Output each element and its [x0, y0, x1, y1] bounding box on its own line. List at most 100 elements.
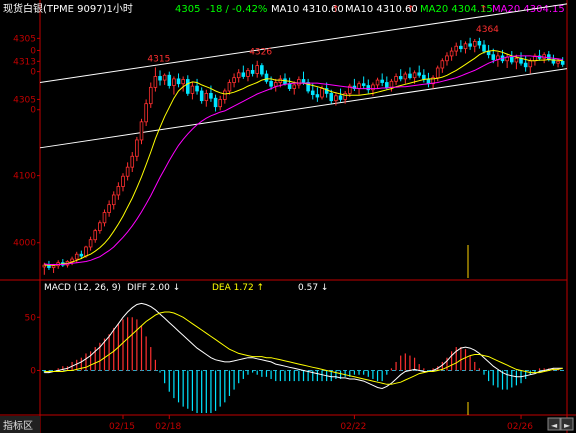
candle-body	[273, 82, 278, 87]
price-tick-label: 4313	[13, 57, 36, 67]
candle-body	[88, 239, 93, 248]
candle-body	[514, 57, 519, 63]
date-tick-label: 02/22	[340, 422, 366, 432]
date-tick-label: 02/15	[109, 422, 135, 432]
candle-body	[449, 50, 454, 57]
candle-body	[412, 72, 417, 79]
candle-body	[361, 83, 366, 86]
candle-body	[153, 76, 158, 88]
candle-body	[394, 76, 398, 82]
candle-body	[260, 65, 264, 75]
candle-body	[111, 194, 116, 206]
candle-body	[357, 83, 361, 89]
last-price: 4305	[175, 4, 200, 15]
candle-body	[398, 76, 403, 80]
candle-body	[227, 82, 232, 92]
candle-body	[125, 166, 130, 177]
macd-value-readout: 0.57 ↓	[298, 283, 328, 293]
candle-body	[236, 72, 241, 79]
candle-body	[213, 97, 218, 108]
candle-body	[366, 85, 371, 91]
candle-body	[422, 74, 426, 80]
price-tick-label: 0	[30, 46, 36, 56]
macd-tick-label: 0	[30, 366, 36, 376]
candle-body	[491, 54, 496, 60]
macd-tick-label: 50	[25, 313, 37, 323]
up-arrow-icon: ↑	[332, 5, 340, 15]
date-tick-label: 02/26	[507, 422, 533, 432]
candle-body	[172, 78, 176, 86]
price-tick-label: 4000	[13, 239, 36, 249]
candle-body	[186, 79, 190, 94]
candle-body	[116, 186, 121, 196]
candle-body	[297, 79, 301, 86]
candlestick-chart: 现货白银(TPME 9097)1小时 4305 -18 / -0.42% MA1…	[0, 0, 576, 433]
candle-body	[523, 62, 528, 68]
candle-body	[375, 79, 380, 86]
candle-body	[107, 204, 111, 213]
candle-body	[195, 85, 199, 92]
candle-body	[343, 92, 347, 100]
candle-body	[162, 74, 167, 81]
chart-title: 现货白银(TPME 9097)1小时	[3, 2, 133, 15]
price-annotation: 4326	[249, 48, 272, 58]
date-tick-label: 02/18	[155, 422, 181, 432]
candle-body	[176, 78, 181, 85]
candle-body	[218, 99, 222, 108]
price-tick-label: 4305	[13, 95, 36, 105]
candle-body	[385, 82, 389, 88]
candle-body	[158, 76, 162, 81]
candle-body	[246, 70, 250, 77]
candle-body	[454, 45, 459, 52]
price-annotation: 4364	[476, 25, 499, 35]
candle-body	[380, 79, 384, 83]
candle-body	[241, 72, 246, 77]
up-arrow-icon: ↑	[480, 5, 488, 15]
candle-body	[130, 155, 135, 168]
candle-body	[292, 84, 297, 89]
candle-body	[181, 79, 185, 85]
scroll-left-icon: ◄	[551, 421, 558, 430]
candle-body	[209, 92, 213, 99]
candle-body	[70, 258, 74, 262]
candle-body	[477, 40, 482, 46]
candle-body	[528, 60, 533, 68]
candle-body	[93, 230, 98, 241]
candle-body	[329, 92, 334, 102]
candle-body	[440, 60, 445, 69]
candle-body	[102, 212, 107, 224]
scroll-right-icon: ►	[564, 421, 571, 430]
candle-body	[301, 79, 306, 83]
indicator-tab-label[interactable]: 指标区	[3, 419, 33, 432]
candle-body	[199, 90, 204, 102]
candle-body	[287, 83, 292, 89]
candle-body	[463, 43, 468, 50]
candle-body	[255, 65, 260, 74]
candle-body	[403, 73, 408, 80]
candle-body	[264, 73, 269, 82]
price-change: -18 / -0.42%	[206, 4, 267, 15]
candle-body	[445, 55, 449, 62]
price-annotation: 4315	[147, 54, 170, 64]
candle-body	[315, 94, 320, 98]
candle-body	[250, 70, 255, 74]
candle-body	[204, 92, 209, 102]
candle-body	[190, 85, 195, 94]
candle-body	[389, 80, 394, 88]
candle-body	[468, 43, 472, 47]
scroll-buttons[interactable]: ◄ ►	[547, 417, 574, 431]
candle-body	[435, 67, 440, 79]
candle-body	[417, 72, 421, 76]
candle-body	[98, 222, 102, 232]
candle-body	[74, 253, 79, 260]
candle-body	[408, 73, 412, 79]
candle-body	[51, 265, 56, 268]
candle-body	[144, 103, 148, 123]
candle-body	[84, 246, 88, 257]
candle-body	[167, 74, 172, 86]
candle-body	[426, 78, 431, 85]
candle-body	[148, 86, 153, 105]
candle-body	[135, 139, 139, 157]
candle-body	[320, 88, 324, 98]
candle-body	[472, 40, 477, 47]
